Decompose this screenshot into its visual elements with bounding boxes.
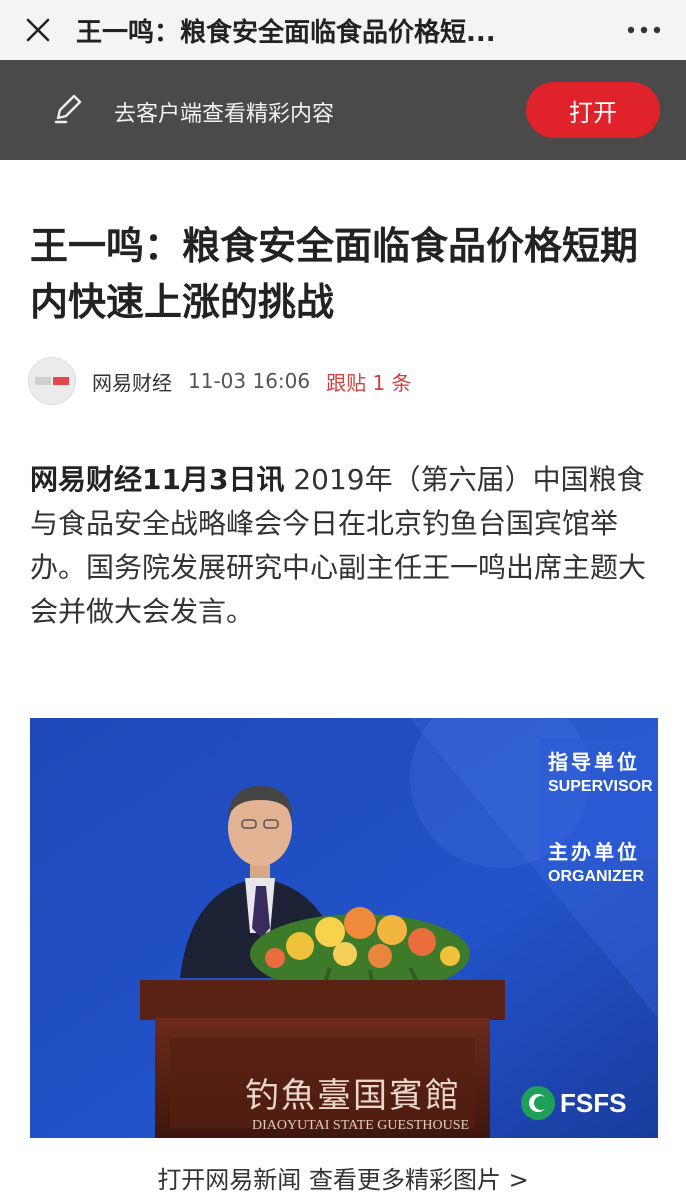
article-meta: 网易财经 11-03 16:06 跟贴 1 条 xyxy=(28,356,412,406)
podium-name-cn: 钓魚臺国賓館 xyxy=(245,1076,461,1116)
banner-organizer-cn: 主办单位 xyxy=(548,840,640,864)
open-netease-news-link[interactable]: 打开网易新闻 查看更多精彩图片 > xyxy=(0,1160,686,1200)
article-body: 网易财经11月3日讯 2019年（第六届）中国粮食与食品安全战略峰会今日在北京钓… xyxy=(30,458,660,634)
promo-text: 去客户端查看精彩内容 xyxy=(114,102,335,127)
comments-link[interactable]: 跟贴 1 条 xyxy=(326,367,411,396)
top-nav-bar: 王一鸣：粮食安全面临食品价格短... xyxy=(0,0,686,60)
publish-time: 11-03 16:06 xyxy=(188,369,311,393)
banner-organizer-en: ORGANIZER xyxy=(548,868,644,885)
article-photo[interactable]: 指导单位 SUPERVISOR 主办单位 ORGANIZER 钓魚臺国賓館 DI… xyxy=(30,718,658,1138)
article-lead: 网易财经11月3日讯 xyxy=(30,463,285,496)
more-button[interactable] xyxy=(624,12,664,48)
pen-icon xyxy=(54,94,82,124)
article-headline: 王一鸣：粮食安全面临食品价格短期内快速上涨的挑战 xyxy=(30,224,639,324)
fsfs-logo: FSFS xyxy=(560,1088,627,1118)
podium-name-en: DIAOYUTAI STATE GUESTHOUSE xyxy=(252,1118,470,1133)
netease-finance-logo-icon xyxy=(35,377,69,385)
banner-supervisor-cn: 指导单位 xyxy=(548,750,640,774)
source-avatar[interactable] xyxy=(28,357,76,405)
more-dots-icon xyxy=(627,26,661,34)
close-icon xyxy=(26,18,50,42)
app-promo-bar: 去客户端查看精彩内容 打开 xyxy=(0,60,686,160)
open-app-button[interactable]: 打开 xyxy=(526,82,660,138)
source-name[interactable]: 网易财经 xyxy=(92,367,172,396)
close-button[interactable] xyxy=(18,10,58,50)
banner-supervisor-en: SUPERVISOR xyxy=(548,778,653,795)
page-title: 王一鸣：粮食安全面临食品价格短... xyxy=(76,17,496,48)
